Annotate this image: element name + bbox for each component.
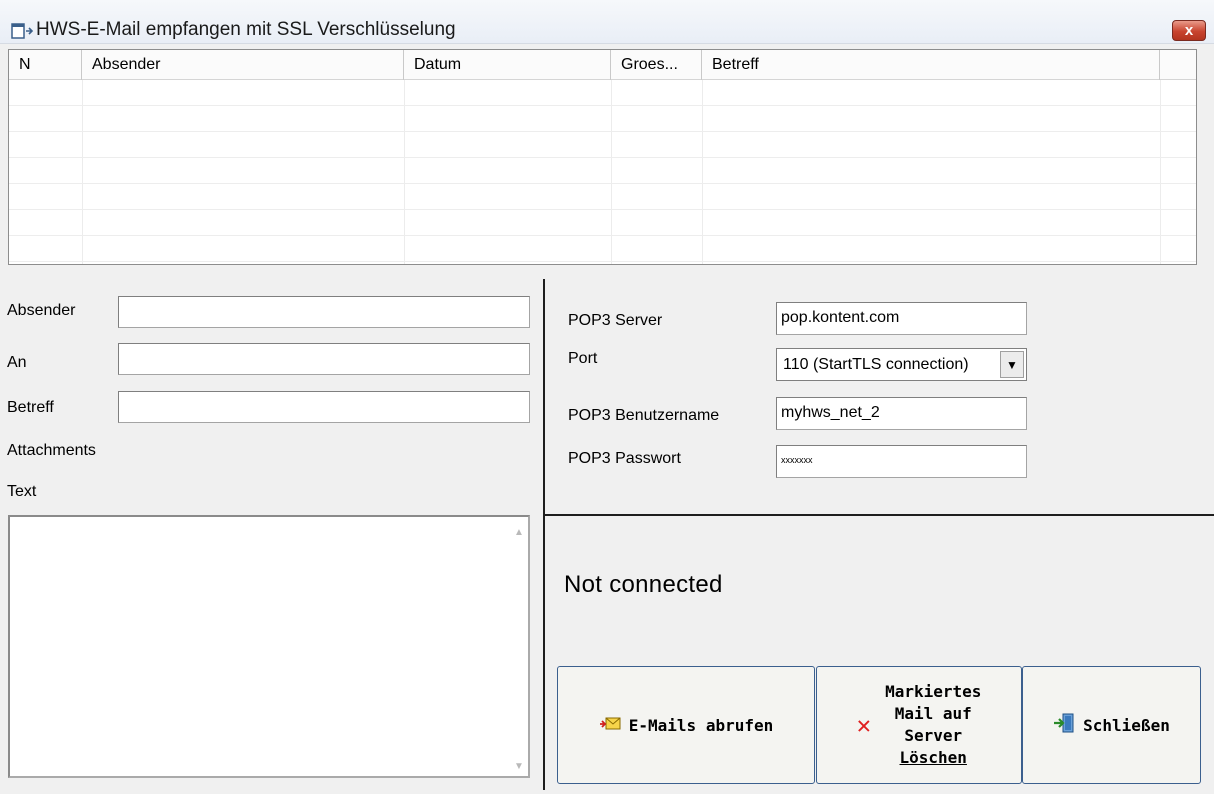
- table-row[interactable]: [9, 158, 1196, 184]
- red-x-icon: ✕: [856, 711, 872, 739]
- window-title: HWS-E-Mail empfangen mit SSL Verschlüsse…: [36, 19, 456, 40]
- column-header-absender[interactable]: Absender: [82, 50, 404, 80]
- text-label: Text: [7, 483, 37, 500]
- port-select[interactable]: 110 (StartTLS connection) ▼: [776, 348, 1027, 381]
- sender-label: Absender: [7, 302, 76, 319]
- column-header-betreff[interactable]: Betreff: [702, 50, 1160, 80]
- subject-field[interactable]: [118, 391, 530, 423]
- column-header-groesse[interactable]: Groes...: [611, 50, 702, 80]
- mail-list-header: N Absender Datum Groes... Betreff: [9, 50, 1196, 80]
- mail-list[interactable]: N Absender Datum Groes... Betreff: [8, 49, 1197, 265]
- table-row[interactable]: [9, 80, 1196, 106]
- delete-label-line: Löschen: [899, 748, 967, 767]
- pop3-username-label: POP3 Benutzername: [568, 407, 720, 424]
- table-row[interactable]: [9, 132, 1196, 158]
- chevron-down-icon[interactable]: ▼: [1000, 351, 1024, 378]
- close-label: Schließen: [1083, 715, 1170, 735]
- pop3-password-label: POP3 Passwort: [568, 450, 681, 467]
- sender-field[interactable]: [118, 296, 530, 328]
- fetch-emails-button[interactable]: E-Mails abrufen: [557, 666, 815, 784]
- vertical-divider: [543, 279, 545, 790]
- scroll-down-icon[interactable]: ▼: [512, 761, 526, 772]
- delete-label-line: Server: [904, 726, 963, 745]
- table-row[interactable]: [9, 210, 1196, 236]
- subject-label: Betreff: [7, 399, 54, 416]
- close-icon: x: [1184, 22, 1194, 39]
- horizontal-divider: [545, 514, 1214, 516]
- port-label: Port: [568, 350, 598, 367]
- attachments-label: Attachments: [7, 442, 96, 459]
- table-row[interactable]: [9, 106, 1196, 132]
- delete-label-line: Mail auf: [894, 704, 972, 723]
- title-bar: HWS-E-Mail empfangen mit SSL Verschlüsse…: [0, 0, 1214, 44]
- to-label: An: [7, 354, 27, 371]
- pop3-server-field[interactable]: pop.kontent.com: [776, 302, 1027, 335]
- delete-label-line: Markiertes: [885, 682, 982, 701]
- connection-status: Not connected: [564, 571, 723, 598]
- envelope-arrow-icon: [599, 714, 621, 736]
- pop3-password-field[interactable]: xxxxxxx: [776, 445, 1027, 478]
- column-header-n[interactable]: N: [9, 50, 82, 80]
- close-button[interactable]: Schließen: [1022, 666, 1201, 784]
- delete-on-server-label: Markiertes Mail auf Server Löschen: [885, 681, 981, 769]
- app-window-icon: [11, 23, 35, 40]
- to-field[interactable]: [118, 343, 530, 375]
- pop3-server-label: POP3 Server: [568, 312, 663, 329]
- column-header-datum[interactable]: Datum: [404, 50, 611, 80]
- fetch-emails-label: E-Mails abrufen: [628, 715, 774, 735]
- message-text-area[interactable]: ▲ ▼: [8, 515, 530, 778]
- table-row[interactable]: [9, 184, 1196, 210]
- pop3-username-field[interactable]: myhws_net_2: [776, 397, 1027, 430]
- window-close-button[interactable]: x: [1172, 20, 1206, 41]
- exit-door-icon: [1053, 713, 1075, 738]
- delete-on-server-button[interactable]: ✕ Markiertes Mail auf Server Löschen: [816, 666, 1022, 784]
- table-row[interactable]: [9, 236, 1196, 262]
- scroll-up-icon[interactable]: ▲: [512, 527, 526, 538]
- port-value: 110 (StartTLS connection): [783, 356, 969, 373]
